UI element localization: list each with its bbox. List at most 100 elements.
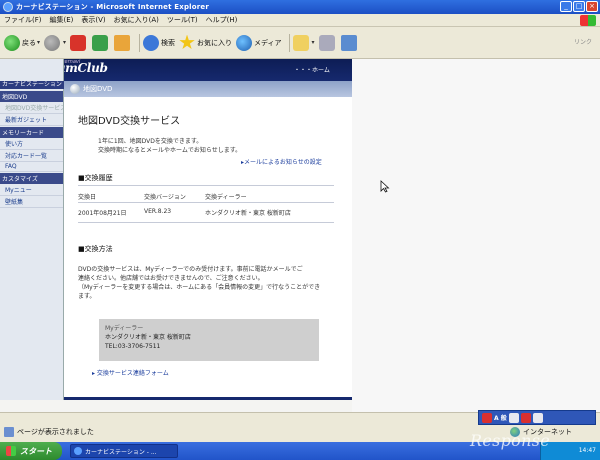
dropdown-arrow-icon: ▾	[63, 39, 67, 46]
sidebar-item[interactable]: FAQ	[0, 162, 63, 172]
browser-toolbar: 戻る ▾ ▾ 検索 お気に入り メディア ▾ リンク	[0, 27, 600, 59]
menu-help[interactable]: ヘルプ(H)	[202, 15, 242, 25]
start-label: スタート	[20, 446, 52, 456]
close-button[interactable]: ×	[586, 1, 598, 12]
menu-file[interactable]: ファイル(F)	[0, 15, 46, 25]
back-button[interactable]: 戻る ▾	[4, 32, 40, 54]
method-line: （Myディーラーを変更する場合は、ホームにある「会員情報の変更」で行なうことがで…	[78, 284, 321, 291]
toolbar-divider	[139, 33, 141, 52]
clock[interactable]: 14:47	[579, 447, 596, 454]
page-blank-area	[352, 59, 600, 412]
search-label: 検索	[161, 38, 176, 47]
mail-button[interactable]: ▾	[292, 32, 315, 54]
media-button[interactable]: メディア	[236, 32, 282, 54]
favorites-button[interactable]: お気に入り	[179, 32, 232, 54]
method-line: DVDの交換サービスは、Myディーラーでのみ受付けます。事前に電話かメールでご	[78, 266, 303, 273]
status-text: ページが表示されました	[17, 428, 94, 436]
ime-pad-icon[interactable]	[508, 412, 519, 423]
sidebar-item[interactable]: 最新ガジェット	[0, 114, 63, 126]
minimize-button[interactable]: _	[560, 1, 572, 12]
back-arrow-icon	[4, 34, 20, 51]
window-controls: _ □ ×	[560, 1, 598, 12]
ie-icon	[3, 2, 13, 12]
sidebar-category: カーナビステーション	[0, 81, 64, 89]
forward-arrow-icon	[44, 34, 61, 51]
ime-language-bar[interactable]: A 般	[478, 410, 596, 425]
links-label[interactable]: リンク	[574, 37, 592, 46]
exchange-contact-form-link[interactable]: ▸ 交換サービス連絡フォーム	[92, 368, 169, 377]
intro-line: 1年に1回、地図DVDを交換できます。	[98, 138, 203, 145]
sidebar-item[interactable]: Myニュー	[0, 184, 63, 196]
sidebar-item[interactable]: 壁紙集	[0, 196, 63, 208]
stop-button[interactable]	[70, 32, 88, 54]
refresh-button[interactable]	[92, 32, 110, 54]
printer-icon	[318, 34, 335, 51]
start-button[interactable]: スタート	[0, 442, 62, 460]
content-footer-bar	[64, 397, 352, 400]
history-col-version: 交換バージョン	[144, 194, 186, 201]
refresh-icon	[92, 34, 109, 51]
taskbar-window-button[interactable]: カーナビステーション - ...	[70, 444, 178, 458]
dvd-disc-icon	[70, 84, 80, 94]
left-sidebar: 地図DVD 地図DVD交換サービス 最新ガジェット メモリーカード 使い方 対応カード一覧…	[0, 59, 64, 400]
divider	[78, 202, 334, 203]
taskbar-window-label: カーナビステーション - ...	[85, 448, 157, 456]
sidebar-item: カスタマイズ	[0, 173, 63, 184]
maximize-button[interactable]: □	[573, 1, 585, 12]
mail-icon	[292, 34, 309, 51]
ime-help-icon[interactable]	[532, 412, 543, 423]
ime-tool-icon[interactable]	[520, 412, 531, 423]
home-link[interactable]: ・・・ホーム	[294, 65, 330, 74]
print-button[interactable]	[318, 32, 337, 54]
status-text-area: ページが表示されました	[4, 427, 94, 437]
sidebar-item: 地図DVD	[0, 91, 63, 102]
stop-icon	[70, 34, 87, 51]
desktop-screen: カーナビステーション - Microsoft Internet Explorer…	[0, 0, 600, 460]
edit-button[interactable]	[340, 32, 359, 54]
window-title: カーナビステーション - Microsoft Internet Explorer	[16, 3, 210, 11]
menu-bar: ファイル(F) 編集(E) 表示(V) お気に入り(A) ツール(T) ヘルプ(…	[0, 14, 600, 27]
search-button[interactable]: 検索	[143, 32, 175, 54]
intro-text: 1年に1回、地図DVDを交換できます。 交換時期になるとメールやホームでお知らせ…	[98, 137, 241, 155]
edit-icon	[340, 34, 357, 51]
ie-icon	[74, 447, 82, 455]
divider	[78, 222, 334, 223]
dealer-name: ホンダクリオ新・東京 桜新町店	[105, 334, 191, 341]
sidebar-item[interactable]: 使い方	[0, 138, 63, 150]
menu-edit[interactable]: 編集(E)	[46, 15, 78, 25]
ime-logo-icon[interactable]	[482, 412, 492, 423]
menu-view[interactable]: 表示(V)	[77, 15, 109, 25]
dropdown-arrow-icon: ▾	[311, 39, 315, 46]
window-title-bar[interactable]: カーナビステーション - Microsoft Internet Explorer…	[0, 0, 600, 14]
dealer-tel: TEL:03-3706-7511	[105, 343, 161, 350]
sidebar-item[interactable]: 対応カード一覧	[0, 150, 63, 162]
mouse-cursor-icon	[380, 180, 390, 193]
media-icon	[236, 34, 253, 51]
intro-line: 交換時期になるとメールやホームでお知らせします。	[98, 147, 242, 154]
star-icon	[179, 34, 195, 50]
method-heading: ■交換方法	[78, 245, 113, 253]
search-icon	[143, 34, 160, 51]
home-icon	[114, 34, 131, 51]
method-line: ます。	[78, 293, 96, 300]
dropdown-arrow-icon: ▾	[37, 39, 41, 46]
main-content: 地図DVD 地図DVD交換サービス 1年に1回、地図DVDを交換できます。 交換…	[64, 81, 352, 400]
history-col-dealer: 交換ディーラー	[205, 194, 247, 201]
section-label: 地図DVD	[83, 85, 113, 93]
dealer-label: Myディーラー	[105, 325, 144, 332]
forward-button[interactable]: ▾	[44, 32, 66, 54]
menu-tools[interactable]: ツール(T)	[163, 15, 202, 25]
history-cell-dealer: ホンダクリオ新・東京 桜新町店	[205, 210, 291, 217]
windows-logo-icon	[580, 15, 596, 26]
sidebar-items: 地図DVD 地図DVD交換サービス 最新ガジェット メモリーカード 使い方 対応カード一覧…	[0, 91, 63, 208]
history-cell-date: 2001年08月21日	[78, 210, 127, 217]
mail-notification-settings-link[interactable]: ▸メールによるお知らせの設定	[241, 157, 322, 166]
home-button[interactable]	[114, 32, 132, 54]
toolbar-divider	[288, 33, 290, 52]
history-col-date: 交換日	[78, 194, 97, 201]
menu-favorites[interactable]: お気に入り(A)	[110, 15, 163, 25]
divider	[78, 185, 334, 186]
favorites-label: お気に入り	[197, 38, 233, 47]
ime-mode[interactable]: A 般	[494, 413, 507, 422]
sidebar-item[interactable]: 地図DVD交換サービス	[0, 102, 63, 114]
